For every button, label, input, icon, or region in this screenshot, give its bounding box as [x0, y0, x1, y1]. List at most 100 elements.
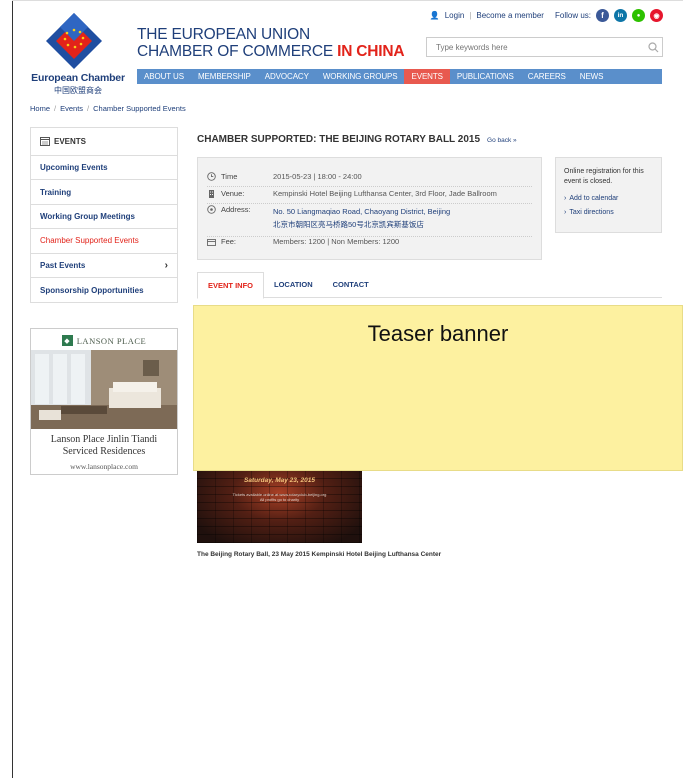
- nav-about-us[interactable]: ABOUT US: [137, 69, 191, 84]
- poster-caption: The Beijing Rotary Ball, 23 May 2015 Kem…: [197, 551, 442, 558]
- address-label-wrap: Address:: [207, 205, 273, 231]
- nav-events[interactable]: EVENTS: [404, 69, 450, 84]
- sidebar-item-label: Sponsorship Opportunities: [40, 285, 144, 295]
- tab-location[interactable]: LOCATION: [264, 272, 323, 298]
- nav-membership[interactable]: MEMBERSHIP: [191, 69, 258, 84]
- brand-block[interactable]: European Chamber 中国欧盟商会: [28, 72, 128, 96]
- building-icon: [207, 189, 216, 198]
- site-title: THE EUROPEAN UNION CHAMBER OF COMMERCE I…: [137, 26, 405, 60]
- taxi-directions-label: Taxi directions: [569, 208, 614, 216]
- login-link[interactable]: Login: [445, 11, 465, 20]
- nav-publications[interactable]: PUBLICATIONS: [450, 69, 521, 84]
- calendar-icon: [40, 136, 50, 148]
- chevron-right-icon: ›: [164, 259, 168, 271]
- time-value: 2015-05-23 | 18:00 - 24:00: [273, 172, 362, 181]
- brand-name-en: European Chamber: [31, 72, 125, 84]
- ad-url: www.lansonplace.com: [70, 462, 138, 471]
- sidebar-item-label: Past Events: [40, 260, 86, 270]
- sidebar-item-label: Chamber Supported Events: [40, 236, 139, 246]
- nav-working-groups[interactable]: WORKING GROUPS: [316, 69, 405, 84]
- facebook-icon[interactable]: f: [596, 9, 609, 22]
- breadcrumb-separator: /: [54, 104, 57, 113]
- address-value[interactable]: No. 50 Liangmaqiao Road, Chaoyang Distri…: [273, 205, 450, 231]
- poster-date: Saturday, May 23, 2015: [244, 477, 315, 484]
- clock-icon: [207, 172, 216, 181]
- venue-row: Venue: Kempinski Hotel Beijing Lufthansa…: [207, 189, 532, 204]
- tab-event-info[interactable]: EVENT INFO: [197, 272, 265, 299]
- wechat-icon[interactable]: ●: [632, 9, 645, 22]
- site-title-in-china: IN CHINA: [337, 43, 405, 60]
- nav-advocacy[interactable]: ADVOCACY: [258, 69, 316, 84]
- ad-caption: Lanson Place Jinlin Tiandi Serviced Resi…: [31, 434, 177, 458]
- ad-photo: [31, 350, 177, 429]
- sidebar-item-upcoming-events[interactable]: Upcoming Events: [31, 156, 177, 181]
- breadcrumb-events[interactable]: Events: [60, 104, 83, 113]
- ad-brand: LANSON PLACE: [76, 335, 147, 346]
- become-member-link[interactable]: Become a member: [476, 11, 544, 20]
- breadcrumb: Home / Events / Chamber Supported Events: [30, 104, 186, 113]
- sidebar-heading: EVENTS: [31, 128, 177, 156]
- venue-label: Venue:: [221, 189, 245, 198]
- event-tabs: EVENT INFO LOCATION CONTACT: [197, 272, 662, 299]
- venue-value: Kempinski Hotel Beijing Lufthansa Center…: [273, 189, 497, 198]
- breadcrumb-separator: /: [87, 104, 90, 113]
- user-icon: 👤: [429, 11, 440, 20]
- linkedin-icon[interactable]: in: [614, 9, 627, 22]
- search-input[interactable]: [436, 42, 644, 52]
- taxi-directions-link[interactable]: › Taxi directions: [564, 208, 653, 218]
- site-title-line2-prefix: CHAMBER OF COMMERCE: [137, 43, 338, 60]
- teaser-banner[interactable]: Teaser banner: [193, 305, 683, 471]
- sidebar-item-label: Training: [40, 187, 72, 197]
- sidebar-item-sponsorship-opportunities[interactable]: Sponsorship Opportunities: [31, 278, 177, 302]
- fee-value: Members: 1200 | Non Members: 1200: [273, 237, 400, 246]
- site-title-line2: CHAMBER OF COMMERCE IN CHINA: [137, 43, 405, 60]
- time-label-wrap: Time: [207, 172, 273, 181]
- location-pin-icon: [207, 205, 216, 214]
- nav-news[interactable]: NEWS: [573, 69, 611, 84]
- link-separator: |: [469, 11, 472, 20]
- event-info-box: Time 2015-05-23 | 18:00 - 24:00 Venue: K…: [197, 157, 542, 260]
- sidebar-heading-label: EVENTS: [54, 137, 87, 146]
- sidebar-item-label: Upcoming Events: [40, 163, 108, 173]
- search-icon[interactable]: [644, 41, 662, 53]
- nav-careers[interactable]: CAREERS: [521, 69, 573, 84]
- registration-closed-text: Online registration for this event is cl…: [564, 168, 644, 185]
- address-label: Address:: [221, 205, 251, 214]
- living-room-image: [31, 350, 177, 429]
- events-sidebar: EVENTS Upcoming Events Training Working …: [30, 127, 178, 304]
- sidebar-item-label: Working Group Meetings: [40, 211, 135, 221]
- sidebar-item-training[interactable]: Training: [31, 180, 177, 205]
- wallet-icon: [207, 237, 216, 246]
- address-value-en: No. 50 Liangmaqiao Road, Chaoyang Distri…: [273, 207, 451, 216]
- poster-charity-line: All profits go to charity: [259, 497, 300, 502]
- brand-name-zh: 中国欧盟商会: [54, 86, 102, 95]
- sidebar-item-past-events[interactable]: Past Events ›: [31, 254, 177, 278]
- lanson-place-ad[interactable]: ◆ LANSON PLACE Lanson Place Jinlin Tiand…: [30, 328, 178, 475]
- weibo-icon[interactable]: ◉: [650, 9, 663, 22]
- main-nav: ABOUT US MEMBERSHIP ADVOCACY WORKING GRO…: [137, 69, 662, 84]
- add-to-calendar-link[interactable]: › Add to calendar: [564, 194, 653, 204]
- chamber-logo-icon[interactable]: [44, 11, 104, 71]
- sidebar-item-working-group-meetings[interactable]: Working Group Meetings: [31, 205, 177, 230]
- add-to-calendar-label: Add to calendar: [569, 195, 619, 202]
- caret-right-icon: ›: [564, 195, 567, 202]
- go-back-link[interactable]: Go back »: [487, 137, 517, 144]
- top-links: 👤 Login | Become a member Follow us: f i…: [430, 9, 663, 22]
- ad-caption-line1: Lanson Place Jinlin Tiandi: [50, 434, 158, 445]
- ad-caption-line2: Serviced Residences: [62, 446, 146, 457]
- event-poster-image[interactable]: Saturday, May 23, 2015 Tickets available…: [197, 471, 362, 543]
- event-title: CHAMBER SUPPORTED: THE BEIJING ROTARY BA…: [197, 134, 517, 145]
- top-divider: [12, 0, 683, 1]
- tab-contact[interactable]: CONTACT: [323, 272, 379, 298]
- sidebar-item-chamber-supported-events[interactable]: Chamber Supported Events: [31, 229, 177, 254]
- registration-box: Online registration for this event is cl…: [555, 157, 662, 233]
- breadcrumb-home[interactable]: Home: [30, 104, 50, 113]
- lanson-leaf-icon: ◆: [61, 335, 73, 346]
- caret-right-icon: ›: [564, 208, 567, 216]
- site-title-line1: THE EUROPEAN UNION: [137, 26, 310, 43]
- ad-logo: ◆ LANSON PLACE: [31, 331, 177, 350]
- teaser-banner-label: Teaser banner: [367, 321, 509, 346]
- poster-tickets: Tickets available online at www.rotarycl…: [197, 492, 362, 502]
- fee-label-wrap: Fee:: [207, 237, 273, 246]
- address-row: Address: No. 50 Liangmaqiao Road, Chaoya…: [207, 205, 532, 237]
